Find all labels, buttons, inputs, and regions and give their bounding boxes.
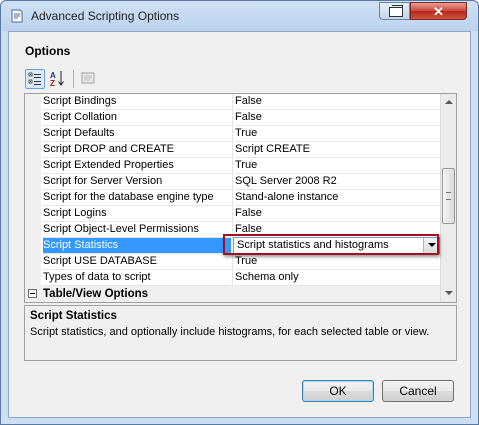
property-name: Script USE DATABASE [43, 254, 231, 270]
toolbar-separator [73, 70, 74, 88]
title-bar[interactable]: Advanced Scripting Options ✕ [1, 1, 478, 31]
property-name: Script for the database engine type [43, 190, 231, 206]
property-toolbar: A Z [25, 68, 455, 90]
property-value[interactable]: True [235, 254, 440, 270]
property-row[interactable]: Script for Server Version SQL Server 200… [25, 174, 440, 190]
callout-highlight-box [223, 234, 439, 255]
property-name: Types of data to script [43, 270, 231, 286]
property-name: Script Object-Level Permissions [43, 222, 231, 238]
category-row[interactable]: Table/View Options [25, 286, 440, 302]
alphabetical-icon: A Z [50, 71, 64, 88]
property-value[interactable]: False [235, 94, 440, 110]
property-value[interactable]: True [235, 126, 440, 142]
property-row[interactable]: Script Logins False [25, 206, 440, 222]
property-value[interactable]: True [235, 158, 440, 174]
close-button[interactable]: ✕ [410, 2, 467, 20]
property-row[interactable]: Script Extended Properties True [25, 158, 440, 174]
scroll-up-icon[interactable] [443, 96, 455, 108]
script-icon [11, 9, 23, 23]
property-name: Script Logins [43, 206, 231, 222]
window-title: Advanced Scripting Options [31, 9, 180, 23]
property-pages-icon [81, 72, 95, 84]
property-pages-button[interactable] [79, 69, 99, 89]
scroll-thumb[interactable] [442, 168, 455, 224]
ok-button[interactable]: OK [302, 380, 374, 402]
scroll-down-icon[interactable] [443, 287, 455, 299]
property-name: Script DROP and CREATE [43, 142, 231, 158]
property-grid[interactable]: Script Bindings False Script Collation F… [24, 93, 457, 303]
cancel-button[interactable]: Cancel [382, 380, 454, 402]
property-name: Script Defaults [43, 126, 231, 142]
restore-button[interactable] [379, 2, 410, 20]
property-name: Script Collation [43, 110, 231, 126]
close-icon: ✕ [433, 4, 444, 19]
property-row[interactable]: Script DROP and CREATE Script CREATE [25, 142, 440, 158]
property-value[interactable]: Stand-alone instance [235, 190, 440, 206]
property-row[interactable]: Script Bindings False [25, 94, 440, 110]
property-row[interactable]: Script Defaults True [25, 126, 440, 142]
dialog-body: Options A Z Script Bindings False Script… [8, 31, 471, 418]
property-row[interactable]: Types of data to script Schema only [25, 270, 440, 286]
dialog-window: Advanced Scripting Options ✕ Options A Z… [0, 0, 479, 425]
categorized-icon [28, 72, 41, 85]
page-title: Options [25, 44, 71, 58]
property-name: Script for Server Version [43, 174, 231, 190]
property-value[interactable]: SQL Server 2008 R2 [235, 174, 440, 190]
property-name: Script Bindings [43, 94, 231, 110]
collapse-icon[interactable] [28, 289, 37, 298]
property-value[interactable]: Script CREATE [235, 142, 440, 158]
description-panel: Script Statistics Script statistics, and… [24, 305, 457, 361]
description-title: Script Statistics [30, 310, 117, 322]
svg-text:Z: Z [50, 79, 55, 87]
property-value[interactable]: False [235, 110, 440, 126]
vertical-scrollbar[interactable] [440, 94, 456, 302]
property-value[interactable]: Schema only [235, 270, 440, 286]
property-row[interactable]: Script USE DATABASE True [25, 254, 440, 270]
alphabetical-button[interactable]: A Z [48, 69, 68, 89]
property-value[interactable]: False [235, 206, 440, 222]
property-row[interactable]: Script for the database engine type Stan… [25, 190, 440, 206]
property-row[interactable]: Script Collation False [25, 110, 440, 126]
property-name: Script Statistics [43, 238, 231, 254]
categorized-button[interactable] [25, 69, 45, 89]
property-name: Script Extended Properties [43, 158, 231, 174]
description-text: Script statistics, and optionally includ… [30, 326, 430, 338]
category-label: Table/View Options [43, 288, 149, 300]
